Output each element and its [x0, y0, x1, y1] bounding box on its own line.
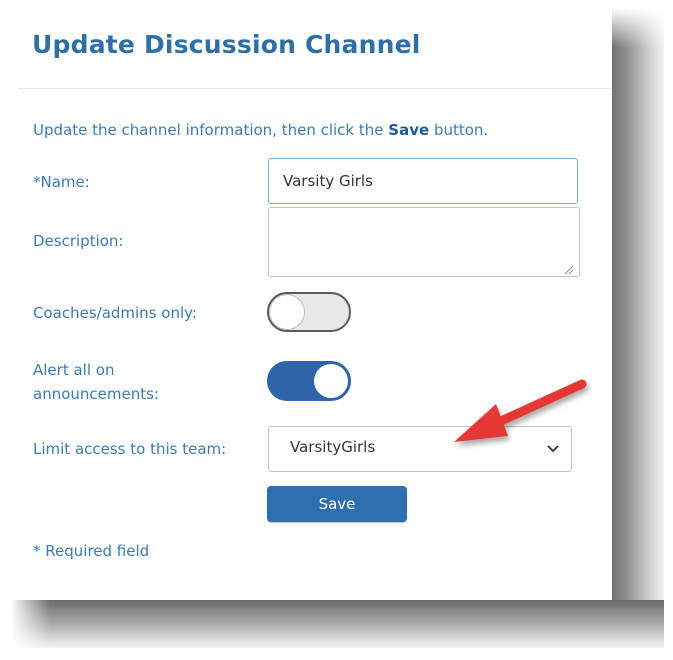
resize-grip-icon[interactable]: [564, 265, 574, 275]
alert-label: Alert all on announcements:: [33, 358, 159, 406]
drop-shadow-bottom: [10, 600, 664, 648]
red-arrow-icon: [454, 379, 587, 442]
limit-access-label: Limit access to this team:: [33, 440, 227, 458]
alert-announcements-toggle[interactable]: [267, 361, 351, 401]
instructions-suffix: button.: [429, 121, 489, 139]
instructions-save-word: Save: [388, 121, 430, 139]
drop-shadow-right: [612, 8, 664, 620]
divider: [18, 88, 612, 89]
required-field-note: * Required field: [33, 542, 150, 560]
name-input[interactable]: [268, 158, 578, 204]
team-select-value: VarsityGirls: [290, 438, 376, 456]
name-label: *Name:: [33, 173, 90, 191]
alert-label-line2: announcements:: [33, 385, 159, 403]
dialog-panel: Update Discussion Channel Update the cha…: [18, 8, 612, 600]
description-input[interactable]: [268, 207, 580, 277]
alert-label-line1: Alert all on: [33, 361, 115, 379]
description-label: Description:: [33, 232, 124, 250]
coaches-only-label: Coaches/admins only:: [33, 304, 197, 322]
instructions-text: Update the channel information, then cli…: [33, 121, 488, 139]
toggle-knob: [270, 295, 304, 329]
instructions-prefix: Update the channel information, then cli…: [33, 121, 389, 139]
toggle-knob: [314, 364, 348, 398]
save-button[interactable]: Save: [267, 486, 407, 522]
coaches-only-toggle[interactable]: [267, 292, 351, 332]
dialog-title: Update Discussion Channel: [32, 30, 421, 59]
